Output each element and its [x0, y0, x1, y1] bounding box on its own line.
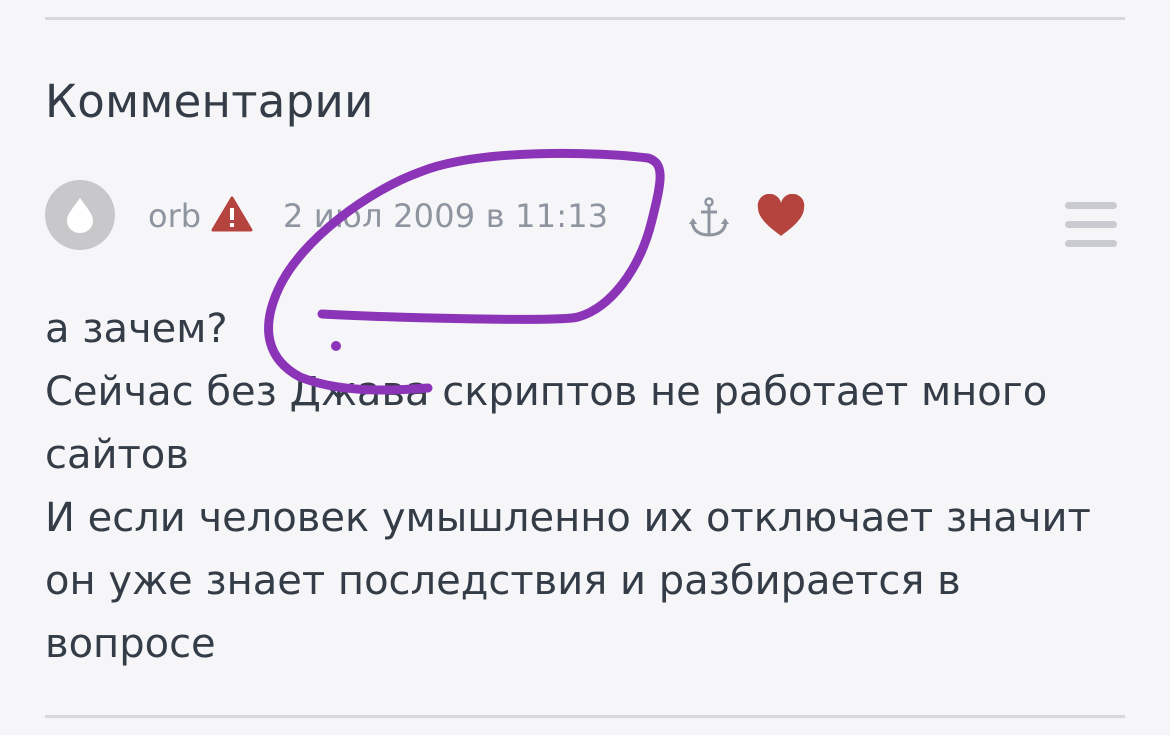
comment-line: И если человек умышленно их отключает зн…: [45, 495, 1091, 667]
top-divider: [45, 17, 1125, 20]
comment-header: orb 2 июл 2009 в 11:13: [45, 180, 1125, 250]
comments-heading: Комментарии: [45, 75, 374, 128]
comment-body: а зачем? Сейчас без Джава скриптов не ра…: [45, 298, 1125, 676]
comment-line: Сейчас без Джава скриптов не работает мн…: [45, 369, 1048, 478]
comment-timestamp[interactable]: 2 июл 2009 в 11:13: [283, 196, 608, 236]
anchor-icon[interactable]: [687, 196, 731, 240]
bottom-divider: [45, 715, 1125, 718]
comments-page: Комментарии orb 2 июл 2009 в 11:13 а зач…: [0, 0, 1170, 735]
user-avatar[interactable]: [45, 180, 115, 250]
warning-icon: [211, 196, 253, 232]
comment-author[interactable]: orb: [148, 196, 201, 236]
avatar-placeholder-icon: [67, 198, 93, 233]
heart-icon[interactable]: [756, 194, 806, 238]
comment-line: а зачем?: [45, 306, 228, 352]
comment-menu-icon[interactable]: [1065, 202, 1117, 248]
